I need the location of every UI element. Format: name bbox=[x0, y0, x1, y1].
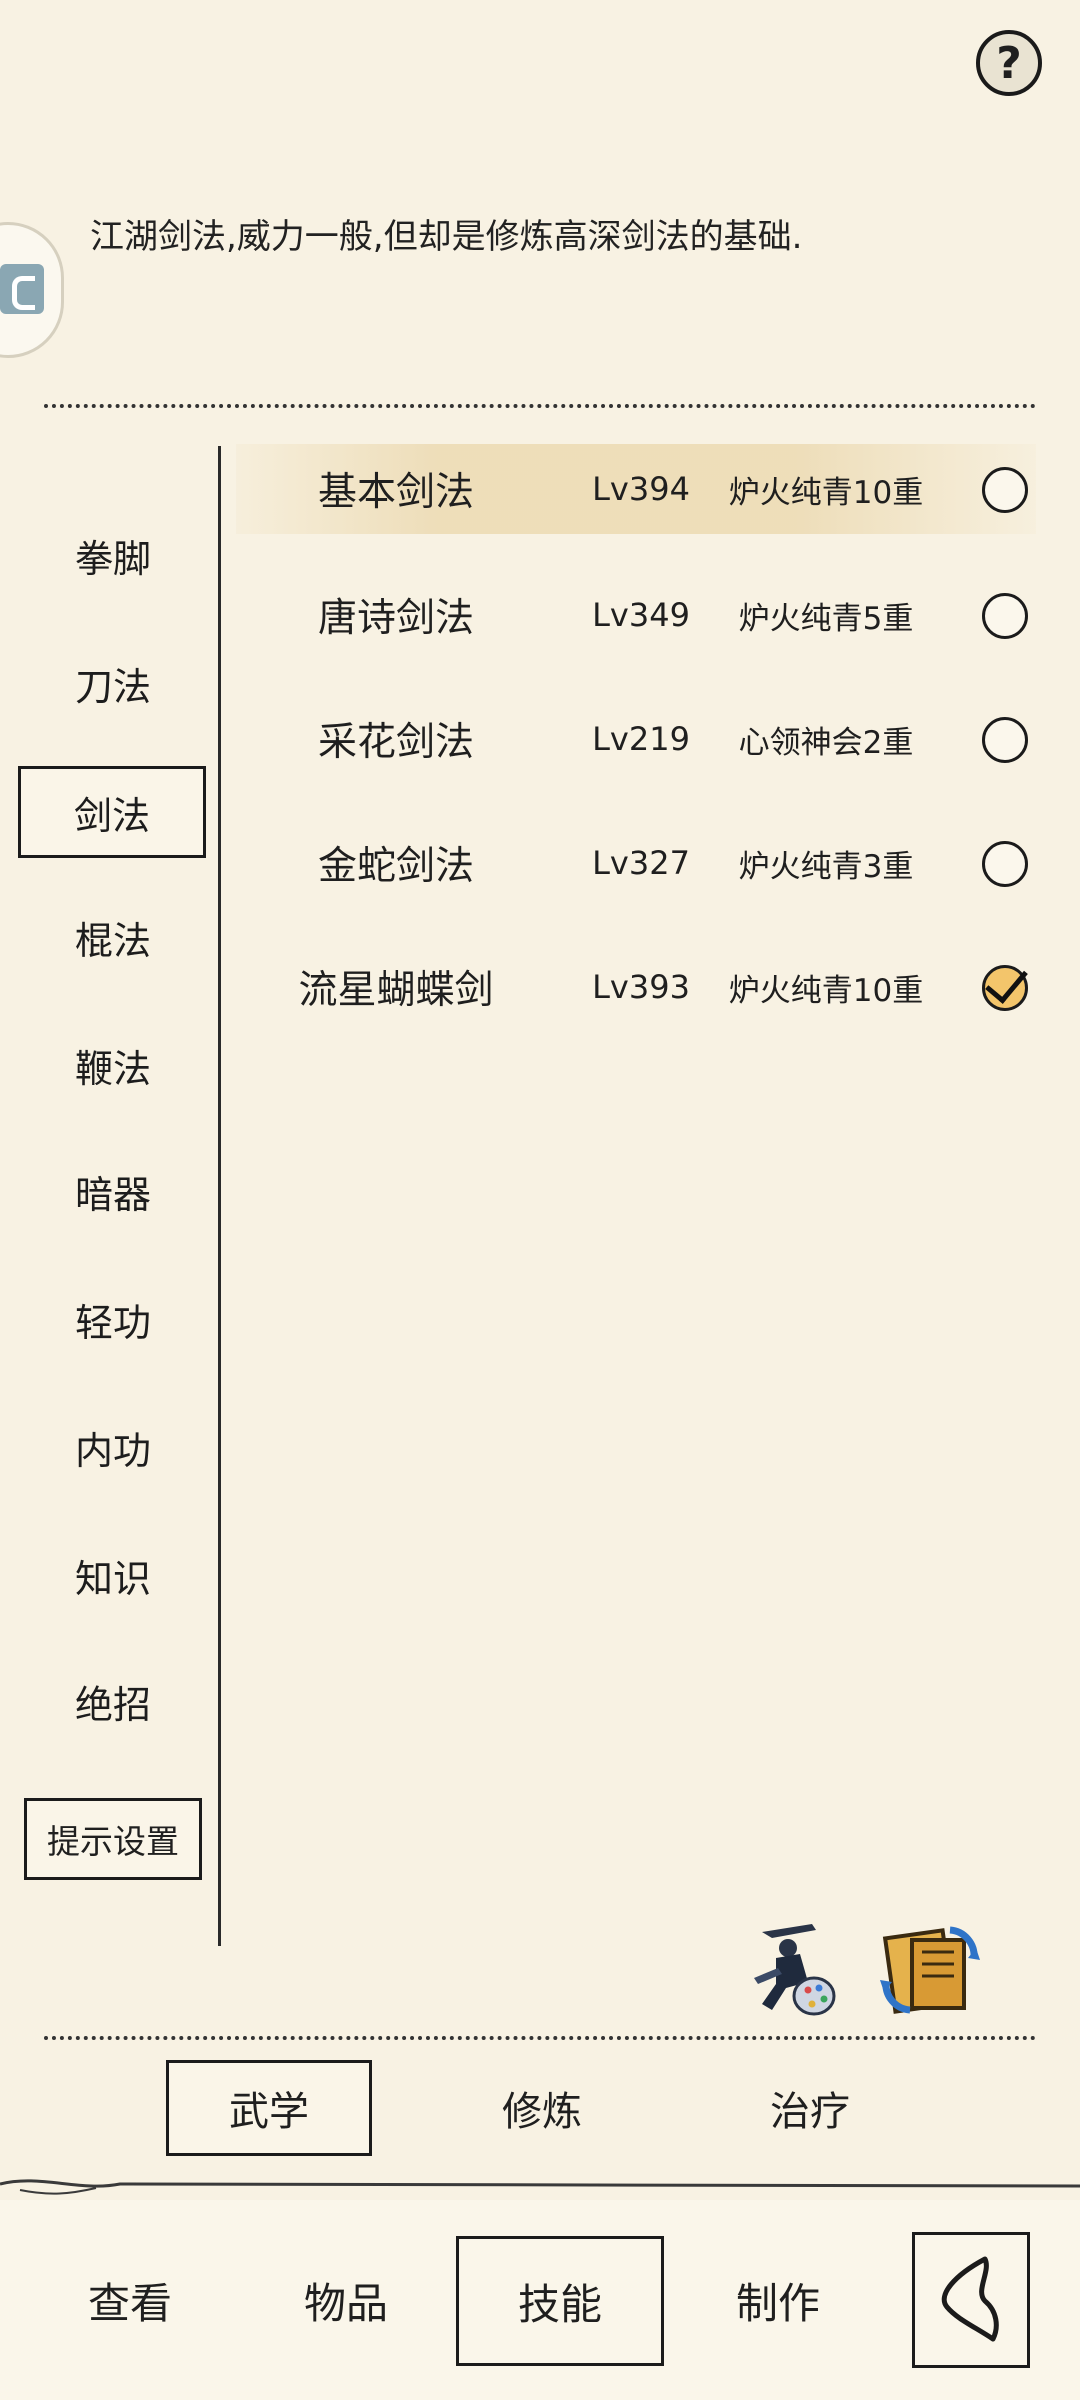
skill-row[interactable]: 金蛇剑法 Lv327 炉火纯青3重 bbox=[236, 818, 1036, 908]
equip-radio[interactable] bbox=[982, 717, 1028, 763]
tab-wuxue[interactable]: 武学 bbox=[166, 2060, 372, 2156]
top-divider bbox=[44, 404, 1036, 408]
equip-radio[interactable] bbox=[982, 467, 1028, 513]
nav-items[interactable]: 物品 bbox=[266, 2246, 426, 2354]
skill-rank: 炉火纯青5重 bbox=[738, 600, 914, 637]
category-juezhao[interactable]: 绝招 bbox=[30, 1662, 196, 1740]
skill-row[interactable]: 基本剑法 Lv394 炉火纯青10重 bbox=[236, 444, 1036, 534]
category-jianfa[interactable]: 剑法 bbox=[18, 766, 206, 858]
nav-craft[interactable]: 制作 bbox=[698, 2246, 858, 2354]
back-button[interactable] bbox=[912, 2232, 1030, 2368]
skill-name: 流星蝴蝶剑 bbox=[298, 968, 494, 1013]
help-button[interactable]: ? bbox=[976, 30, 1042, 96]
equip-radio[interactable] bbox=[982, 593, 1028, 639]
skill-name: 采花剑法 bbox=[317, 720, 474, 765]
bottom-divider bbox=[44, 2036, 1036, 2040]
skill-row[interactable]: 采花剑法 Lv219 心领神会2重 bbox=[236, 694, 1036, 784]
tab-xiulian[interactable]: 修炼 bbox=[462, 2062, 622, 2154]
nav-skills[interactable]: 技能 bbox=[456, 2236, 664, 2366]
scroll-swap-icon[interactable] bbox=[876, 1918, 984, 2022]
skill-row[interactable]: 流星蝴蝶剑 Lv393 炉火纯青10重 bbox=[236, 942, 1036, 1032]
question-mark-icon: ? bbox=[996, 37, 1022, 89]
skill-level: Lv349 bbox=[592, 596, 690, 634]
category-quanjiao[interactable]: 拳脚 bbox=[30, 516, 196, 594]
category-bianfa[interactable]: 鞭法 bbox=[30, 1026, 196, 1104]
skill-rank: 炉火纯青3重 bbox=[738, 848, 914, 885]
skill-level: Lv219 bbox=[592, 720, 690, 758]
swordsman-painting-icon[interactable] bbox=[742, 1918, 838, 2022]
category-anqi[interactable]: 暗器 bbox=[30, 1152, 196, 1230]
skill-rank: 炉火纯青10重 bbox=[728, 972, 924, 1009]
app-logo-icon bbox=[0, 264, 44, 314]
skill-name: 唐诗剑法 bbox=[317, 596, 474, 641]
skill-level: Lv394 bbox=[592, 470, 690, 508]
vertical-divider bbox=[218, 446, 221, 1946]
category-daofa[interactable]: 刀法 bbox=[30, 644, 196, 722]
back-arrow-icon bbox=[941, 2256, 999, 2342]
skill-rank: 炉火纯青10重 bbox=[728, 474, 924, 511]
skill-level: Lv327 bbox=[592, 844, 690, 882]
category-qinggong[interactable]: 轻功 bbox=[30, 1280, 196, 1358]
brush-separator bbox=[0, 2179, 1080, 2195]
skill-name: 金蛇剑法 bbox=[317, 844, 474, 889]
equip-radio[interactable] bbox=[982, 841, 1028, 887]
skill-level: Lv393 bbox=[592, 968, 690, 1006]
category-zhishi[interactable]: 知识 bbox=[30, 1536, 196, 1614]
tab-zhiliao[interactable]: 治疗 bbox=[730, 2062, 890, 2154]
category-neigong[interactable]: 内功 bbox=[30, 1408, 196, 1486]
category-gunfa[interactable]: 棍法 bbox=[30, 898, 196, 976]
skill-name: 基本剑法 bbox=[317, 470, 474, 515]
skill-row[interactable]: 唐诗剑法 Lv349 炉火纯青5重 bbox=[236, 570, 1036, 660]
tip-settings-button[interactable]: 提示设置 bbox=[24, 1798, 202, 1880]
equip-radio-checked[interactable] bbox=[982, 965, 1028, 1011]
skill-description: 江湖剑法,威力一般,但却是修炼高深剑法的基础. bbox=[90, 217, 803, 257]
nav-view[interactable]: 查看 bbox=[50, 2246, 210, 2354]
skill-rank: 心领神会2重 bbox=[738, 724, 914, 761]
